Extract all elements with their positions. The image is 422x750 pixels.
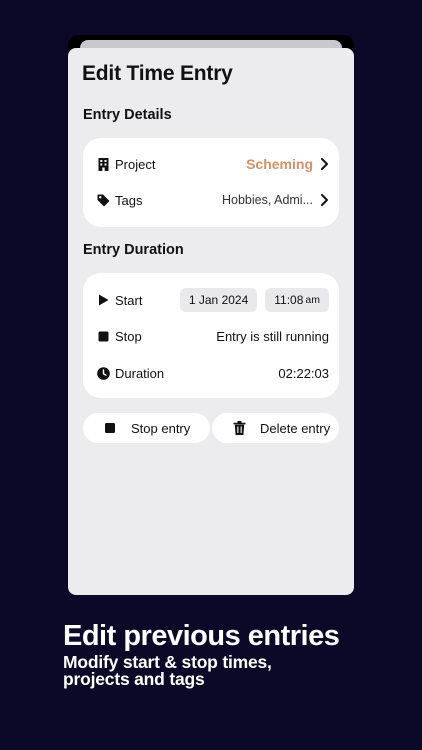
project-label: Project [115,156,156,172]
delete-entry-button[interactable]: Delete entry [212,413,339,443]
start-label: Start [115,292,143,308]
promo-caption-title: Edit previous entries [63,620,340,652]
start-date-picker[interactable]: 1 Jan 2024 [179,288,258,312]
promo-caption-subtitle: Modify start & stop times, projects and … [63,652,272,689]
stop-icon [97,330,110,343]
chevron-right-icon [321,194,328,206]
duration-value: 02:22:03 [278,365,329,381]
clock-icon [97,366,110,380]
entry-duration-card: Start 1 Jan 2024 11:08 am Stop Entry is … [83,273,339,398]
start-time-picker[interactable]: 11:08 am [265,288,329,312]
project-row[interactable]: Project Scheming [97,153,329,175]
trash-icon [232,421,246,435]
play-icon [97,294,110,307]
section-title-entry-details: Entry Details [83,107,172,123]
tags-value: Hobbies, Admi... [221,193,313,207]
start-time-value: 11:08 [274,293,304,307]
stop-value: Entry is still running [216,328,329,344]
delete-entry-label: Delete entry [260,420,331,436]
project-value: Scheming [246,156,313,172]
section-title-entry-duration: Entry Duration [83,242,184,258]
tag-icon [97,194,110,207]
entry-details-card: Project Scheming Tags Hobbies, Admi... [83,138,339,227]
start-row: Start 1 Jan 2024 11:08 am [97,288,329,312]
stop-entry-button[interactable]: Stop entry [83,413,210,443]
tags-label: Tags [115,192,143,208]
duration-row: Duration 02:22:03 [97,362,329,384]
chevron-right-icon [321,158,328,170]
start-date-value: 1 Jan 2024 [188,293,249,307]
start-time-ampm: am [305,294,320,306]
sheet-title: Edit Time Entry [82,62,233,85]
edit-time-entry-sheet: Edit Time Entry Entry Details Project Sc… [68,48,354,595]
stop-icon [103,421,117,435]
stop-label: Stop [115,328,142,344]
duration-label: Duration [115,365,165,381]
stop-entry-label: Stop entry [131,420,191,436]
tags-row[interactable]: Tags Hobbies, Admi... [97,189,329,211]
stop-row[interactable]: Stop Entry is still running [97,325,329,347]
building-icon [97,157,110,171]
